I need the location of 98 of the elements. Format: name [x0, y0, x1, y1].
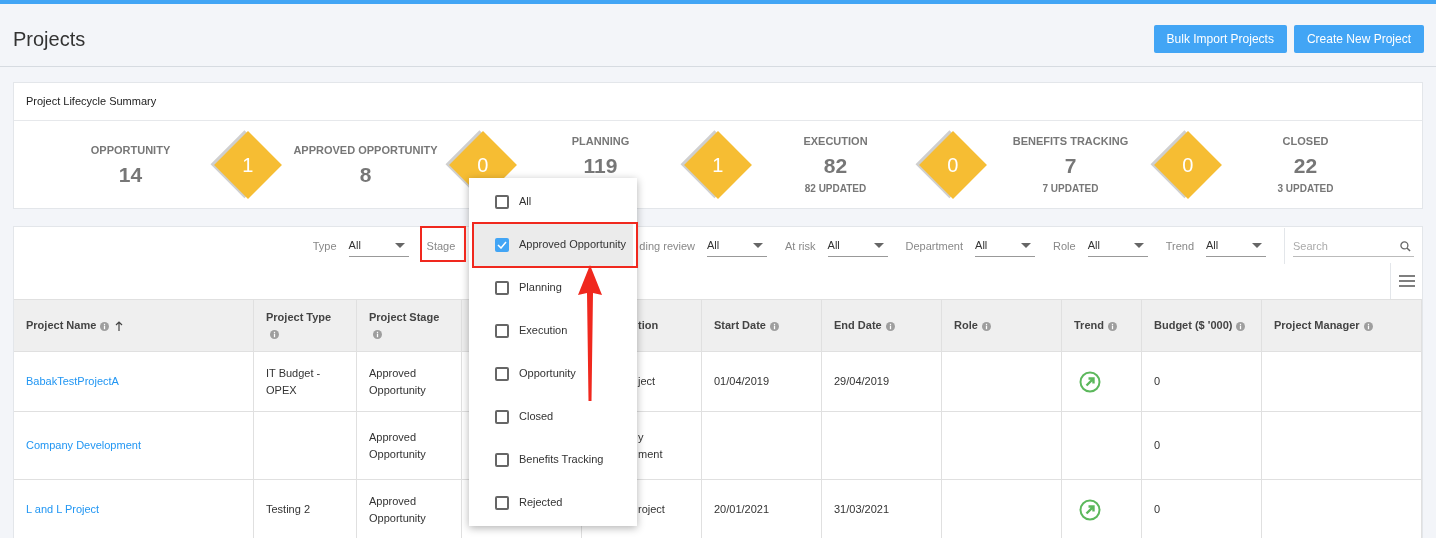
updated-count: 7 UPDATED	[1042, 182, 1099, 195]
filter-label: ding review	[639, 238, 695, 254]
table-cell-text: Approved Opportunity	[369, 494, 427, 526]
info-icon	[270, 330, 279, 340]
updated-count: 82 UPDATED	[804, 182, 867, 195]
stage-count: 14	[118, 163, 143, 186]
caret-icon	[1021, 243, 1032, 248]
stage-label: OPPORTUNITY	[90, 143, 171, 156]
stage-option[interactable]: Planning	[473, 266, 633, 309]
info-icon	[373, 330, 382, 340]
table-cell-text: 31/03/2021	[834, 502, 890, 518]
transition-count: 0	[477, 152, 489, 178]
filter-label: Department	[905, 238, 964, 254]
table-cell-text: 20/01/2021	[714, 502, 770, 518]
checkbox[interactable]	[495, 194, 509, 209]
page-title: Projects	[13, 27, 86, 52]
transition-count: 1	[242, 152, 254, 178]
card-title: Project Lifecycle Summary	[26, 94, 157, 110]
table-cell-text: Approved Opportunity	[369, 366, 427, 398]
checkbox[interactable]	[495, 237, 509, 252]
stage-option[interactable]: Opportunity	[473, 352, 633, 395]
arrow-up-right-icon	[1078, 498, 1101, 521]
filter-select[interactable]: All	[348, 235, 409, 257]
checkbox[interactable]	[495, 495, 509, 510]
info-icon	[1107, 321, 1117, 331]
column-header[interactable]: Budget ($ '000)	[1154, 317, 1246, 334]
menu-icon	[1398, 275, 1415, 287]
caret-icon	[1252, 243, 1262, 248]
column-header[interactable]: tion	[638, 317, 659, 334]
stage-label: PLANNING	[571, 134, 630, 147]
filter-select[interactable]: All	[707, 235, 767, 257]
sort-arrow-icon[interactable]	[115, 320, 124, 331]
checkbox[interactable]	[495, 323, 509, 338]
table-cell-text: 29/04/2019	[834, 374, 890, 390]
stage-count: 82	[823, 154, 848, 177]
info-icon	[981, 321, 991, 331]
table-cell-text: ject	[638, 374, 656, 390]
search-field[interactable]: Search	[1293, 235, 1414, 257]
column-header[interactable]: Trend	[1074, 317, 1117, 334]
stage-count: 119	[583, 154, 618, 177]
stage-option[interactable]: Rejected	[473, 481, 633, 524]
stage-option[interactable]: Closed	[473, 395, 633, 438]
stage-label: EXECUTION	[803, 134, 868, 147]
column-header[interactable]: Project Stage	[369, 309, 449, 342]
filter-select[interactable]: All	[1087, 235, 1148, 257]
stage-option[interactable]: Approved Opportunity	[473, 223, 633, 266]
updated-count: 3 UPDATED	[1277, 182, 1334, 195]
table-cell-text: 0	[1154, 438, 1161, 454]
table-cell-text: roject	[638, 502, 665, 518]
transition-count: 0	[947, 152, 959, 178]
caret-icon	[1133, 243, 1144, 248]
stage-label: APPROVED OPPORTUNITY	[293, 143, 438, 156]
info-icon	[885, 321, 895, 331]
info-icon	[1236, 321, 1246, 331]
filter-label: Role	[1053, 238, 1076, 254]
stage-label: BENEFITS TRACKING	[1012, 134, 1129, 147]
info-icon	[769, 321, 779, 331]
info-icon	[1363, 321, 1373, 331]
stage-option[interactable]: All	[473, 180, 633, 223]
column-header[interactable]: Start Date	[714, 317, 779, 334]
annotation-box	[420, 226, 466, 262]
caret-icon	[873, 243, 884, 248]
table-cell-text: y ment	[638, 430, 663, 462]
filter-label: Trend	[1165, 238, 1194, 254]
caret-icon	[394, 243, 405, 248]
checkbox[interactable]	[495, 452, 509, 467]
column-header[interactable]: End Date	[834, 317, 895, 334]
checkbox[interactable]	[495, 280, 509, 295]
table-cell-text: IT Budget - OPEX	[266, 366, 322, 398]
stage-count: 7	[1064, 154, 1077, 177]
table-cell-text: Testing 2	[266, 502, 311, 518]
search-icon	[1400, 240, 1411, 252]
column-header[interactable]: Project Manager	[1274, 317, 1373, 334]
table-cell-text: 01/04/2019	[714, 374, 770, 390]
filter-label: Stage	[426, 238, 456, 254]
filter-select[interactable]: All	[827, 235, 888, 257]
stage-count: 22	[1293, 154, 1318, 177]
filter-select[interactable]: All	[1206, 235, 1266, 257]
column-header[interactable]: Project Type	[266, 309, 344, 342]
transition-count: 1	[712, 152, 724, 178]
stage-option[interactable]: Benefits Tracking	[473, 438, 633, 481]
filter-label: Type	[312, 238, 337, 254]
info-icon	[100, 321, 110, 331]
checkbox[interactable]	[495, 366, 509, 381]
stage-option[interactable]: Execution	[473, 309, 633, 352]
checkbox[interactable]	[495, 409, 509, 424]
arrow-up-right-icon	[1078, 370, 1101, 393]
filter-select[interactable]: All	[975, 235, 1036, 257]
table-cell-text: Approved Opportunity	[369, 430, 427, 462]
stage-label: CLOSED	[1282, 134, 1329, 147]
column-header[interactable]: Role	[954, 317, 991, 334]
stage-count: 8	[359, 163, 372, 186]
table-cell-text: 0	[1154, 374, 1161, 390]
filter-label: At risk	[785, 238, 816, 254]
transition-count: 0	[1182, 152, 1194, 178]
caret-icon	[753, 243, 763, 248]
table-cell-text: 0	[1154, 502, 1161, 518]
column-header[interactable]: Project Name	[26, 317, 110, 334]
